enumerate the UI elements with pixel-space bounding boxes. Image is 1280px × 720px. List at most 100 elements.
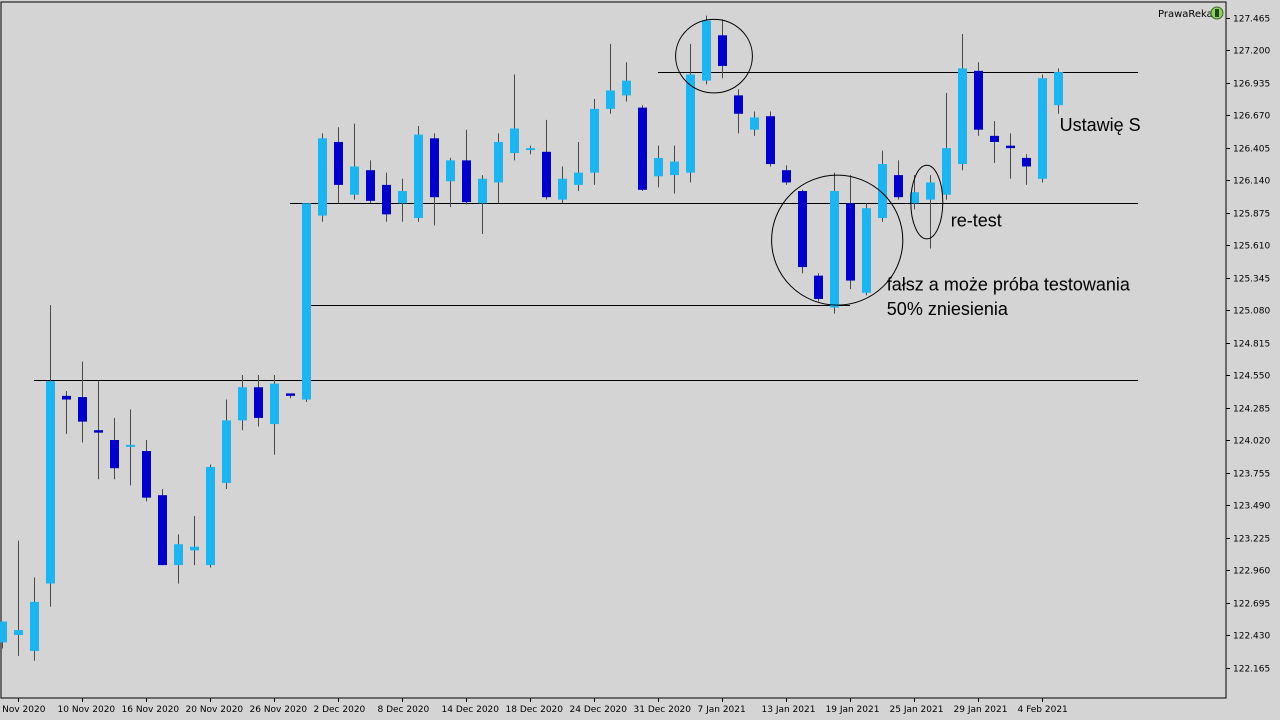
- y-tick-label: 125.080: [1233, 307, 1270, 317]
- bear-candle-body: [1006, 145, 1015, 149]
- y-tick-label: 124.550: [1233, 372, 1270, 382]
- bear-candle-body: [974, 70, 983, 130]
- y-tick-label: 126.140: [1233, 177, 1270, 187]
- bull-candle-body: [0, 621, 7, 643]
- x-tick-label: 14 Dec 2020: [442, 705, 500, 715]
- bear-candle-body: [62, 395, 71, 400]
- bull-candle-body: [302, 203, 311, 400]
- bull-candle-body: [398, 191, 407, 204]
- bull-candle-body: [238, 387, 247, 421]
- bull-candle-body: [590, 108, 599, 173]
- bull-candle-body: [862, 208, 871, 293]
- bull-candle-body: [526, 148, 535, 151]
- x-tick-label: 29 Jan 2021: [954, 705, 1008, 715]
- bear-candle-body: [382, 184, 391, 215]
- bull-candle-body: [206, 466, 215, 566]
- bull-candle-body: [1038, 78, 1047, 179]
- y-tick-label: 125.875: [1233, 210, 1270, 220]
- bull-candle-body: [830, 191, 839, 308]
- bear-candle-body: [542, 151, 551, 198]
- bull-candle-body: [958, 68, 967, 165]
- x-tick-label: 20 Nov 2020: [186, 705, 244, 715]
- y-tick-label: 127.465: [1233, 15, 1270, 25]
- x-tick-label: 19 Jan 2021: [826, 705, 880, 715]
- highlight-circle: [675, 18, 753, 94]
- bull-candle-body: [558, 178, 567, 200]
- x-tick-label: 8 Dec 2020: [378, 705, 430, 715]
- chart-canvas: Ustawię S re-test fałsz a może próba testo…: [0, 1, 1270, 715]
- annotation-text: 50% zniesienia: [887, 299, 1009, 319]
- bull-candle-body: [606, 90, 615, 109]
- y-tick-label: 122.165: [1233, 665, 1270, 675]
- bull-candle-body: [30, 601, 39, 651]
- y-tick-label: 123.490: [1233, 502, 1270, 512]
- bull-candle-body: [318, 138, 327, 216]
- bear-candle-body: [638, 107, 647, 190]
- y-tick-label: 124.285: [1233, 405, 1270, 415]
- bull-candle-body: [942, 148, 951, 195]
- bear-candle-body: [254, 387, 263, 418]
- bull-candle-body: [446, 160, 455, 182]
- bear-candle-body: [782, 170, 791, 183]
- bull-candle-body: [670, 161, 679, 176]
- bull-candle-body: [494, 141, 503, 183]
- bear-candle-body: [78, 397, 87, 422]
- x-tick-label: 25 Jan 2021: [890, 705, 944, 715]
- bear-candle-body: [366, 170, 375, 201]
- bull-candle-body: [654, 157, 663, 177]
- bear-candle-body: [430, 138, 439, 198]
- x-tick-label: 13 Jan 2021: [762, 705, 816, 715]
- bull-candle-body: [126, 444, 135, 447]
- bear-candle-body: [734, 95, 743, 114]
- annotation-text: re-test: [951, 211, 1002, 231]
- bull-candle-body: [174, 544, 183, 566]
- y-tick-label: 125.610: [1233, 242, 1270, 252]
- annotation-text: fałsz a może próba testowania: [887, 274, 1131, 294]
- bull-candle-body: [478, 178, 487, 204]
- y-tick-label: 122.695: [1233, 600, 1270, 610]
- bull-candle-body: [222, 420, 231, 483]
- y-tick-label: 122.960: [1233, 567, 1270, 577]
- x-tick-label: 7 Jan 2021: [698, 705, 746, 715]
- bull-candle-body: [510, 128, 519, 154]
- bull-candle-body: [14, 630, 23, 635]
- y-tick-label: 124.020: [1233, 437, 1270, 447]
- bear-candle-body: [142, 451, 151, 498]
- bear-candle-body: [814, 275, 823, 299]
- bear-candle-body: [766, 116, 775, 165]
- bull-candle-body: [686, 74, 695, 173]
- x-tick-label: 4 Nov 2020: [0, 705, 46, 715]
- bear-candle-body: [1022, 157, 1031, 167]
- x-tick-label: 2 Dec 2020: [314, 705, 366, 715]
- bear-candle-body: [158, 495, 167, 566]
- brand-label: PrawaReka: [1158, 9, 1213, 20]
- bull-candle-body: [46, 381, 55, 584]
- bear-candle-body: [334, 141, 343, 185]
- bear-candle-body: [110, 440, 119, 469]
- bear-candle-body: [798, 191, 807, 268]
- bear-candle-body: [94, 430, 103, 433]
- y-tick-label: 123.755: [1233, 470, 1270, 480]
- candlestick-chart: Ustawię S re-test fałsz a może próba testo…: [0, 0, 1280, 720]
- bear-candle-body: [990, 135, 999, 142]
- brand-logo-icon: [1215, 9, 1219, 17]
- x-tick-label: 16 Nov 2020: [122, 705, 180, 715]
- y-tick-label: 125.345: [1233, 275, 1270, 285]
- bull-candle-body: [350, 166, 359, 195]
- y-tick-label: 122.430: [1233, 632, 1270, 642]
- bull-candle-body: [574, 172, 583, 185]
- bull-candle-body: [1054, 72, 1063, 106]
- y-tick-label: 123.225: [1233, 535, 1270, 545]
- y-tick-label: 127.200: [1233, 47, 1270, 57]
- y-tick-label: 126.670: [1233, 112, 1270, 122]
- bull-candle-body: [750, 117, 759, 130]
- x-tick-label: 26 Nov 2020: [250, 705, 308, 715]
- bull-candle-body: [702, 20, 711, 81]
- x-tick-label: 31 Dec 2020: [634, 705, 692, 715]
- bear-candle-body: [846, 203, 855, 281]
- bull-candle-body: [414, 134, 423, 219]
- y-tick-label: 124.815: [1233, 340, 1270, 350]
- bull-candle-body: [926, 182, 935, 200]
- bear-candle-body: [462, 160, 471, 203]
- bull-candle-body: [622, 80, 631, 96]
